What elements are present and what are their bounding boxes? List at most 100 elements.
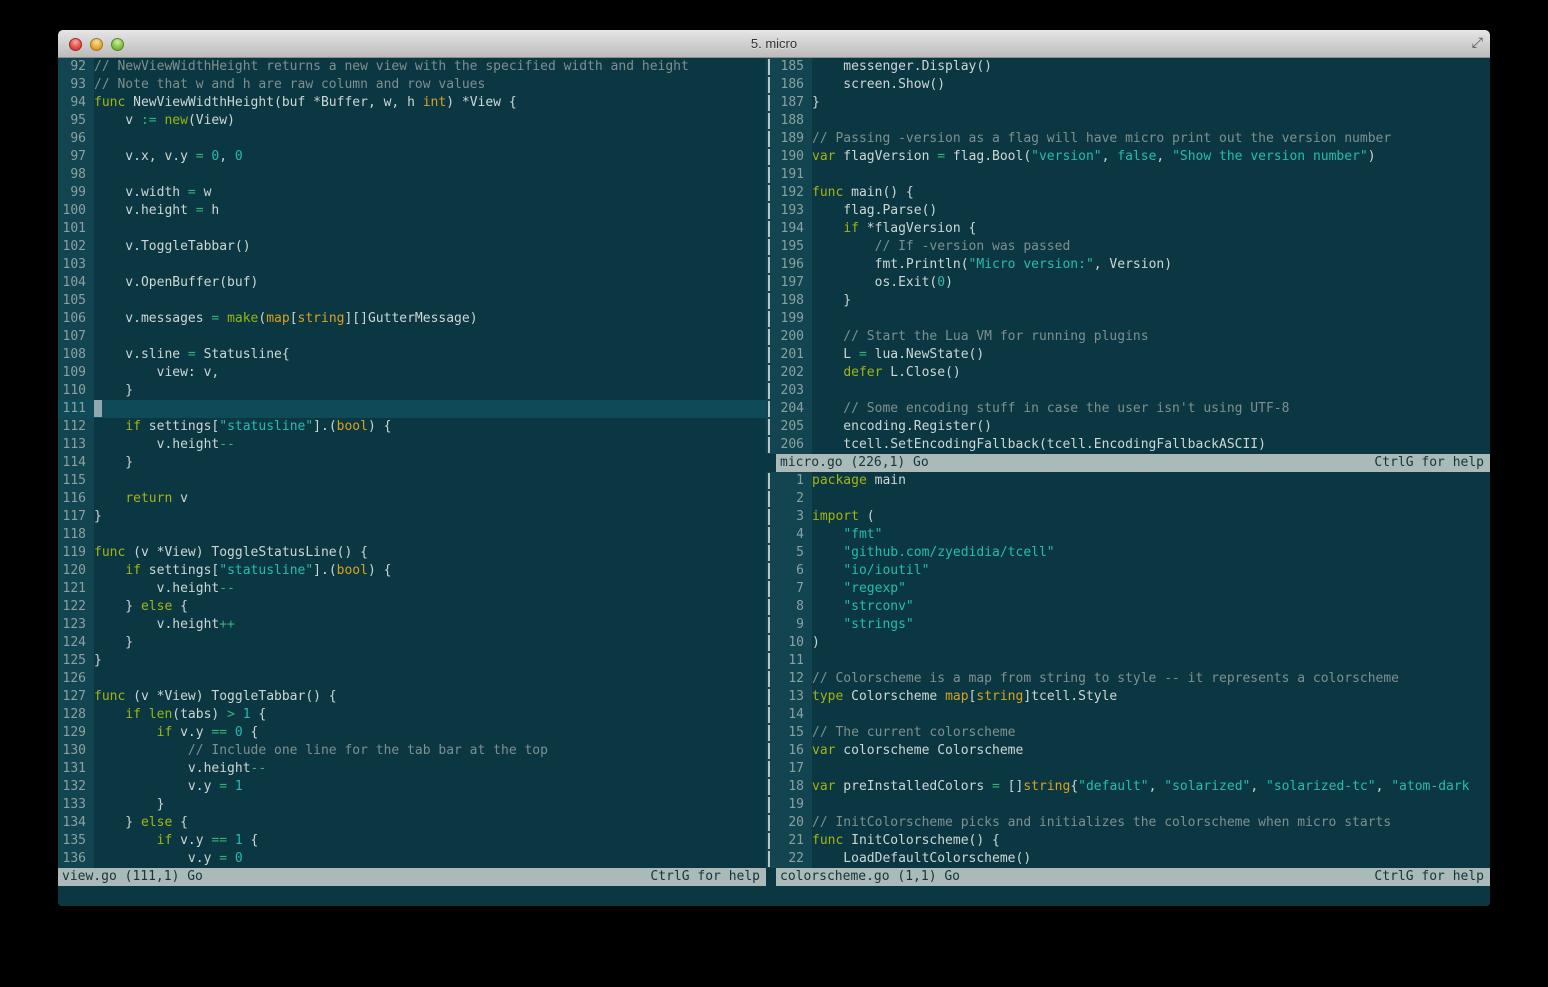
- code-line[interactable]: 96: [58, 130, 766, 148]
- code-line[interactable]: 5 "github.com/zyedidia/tcell": [766, 544, 1490, 562]
- code-line[interactable]: 112 if settings["statusline"].(bool) {: [58, 418, 766, 436]
- code-line[interactable]: 113 v.height--: [58, 436, 766, 454]
- code-line[interactable]: 195 // If -version was passed: [766, 238, 1490, 256]
- code-line[interactable]: 130 // Include one line for the tab bar …: [58, 742, 766, 760]
- code-line[interactable]: 121 v.height--: [58, 580, 766, 598]
- code-line[interactable]: 126: [58, 670, 766, 688]
- code-line[interactable]: 120 if settings["statusline"].(bool) {: [58, 562, 766, 580]
- code-line[interactable]: 22 LoadDefaultColorscheme(): [766, 850, 1490, 868]
- code-line[interactable]: 21 func InitColorscheme() {: [766, 832, 1490, 850]
- code-line[interactable]: 18 var preInstalledColors = []string{"def…: [766, 778, 1490, 796]
- minimize-button[interactable]: [90, 37, 103, 51]
- code-line[interactable]: 127 func (v *View) ToggleTabbar() {: [58, 688, 766, 706]
- code-line[interactable]: 129 if v.y == 0 {: [58, 724, 766, 742]
- code-line[interactable]: 101: [58, 220, 766, 238]
- code-line[interactable]: 118: [58, 526, 766, 544]
- code-line[interactable]: 104 v.OpenBuffer(buf): [58, 274, 766, 292]
- code-line[interactable]: 117}: [58, 508, 766, 526]
- code-line[interactable]: 105: [58, 292, 766, 310]
- code-line[interactable]: 98: [58, 166, 766, 184]
- code-line[interactable]: 106 v.messages = make(map[string][]Gutte…: [58, 310, 766, 328]
- pane-micro-go[interactable]: 185 messenger.Display() 186 screen.Show()…: [766, 58, 1490, 454]
- code-line[interactable]: 110 }: [58, 382, 766, 400]
- code-line[interactable]: 125}: [58, 652, 766, 670]
- code-line[interactable]: 109 view: v,: [58, 364, 766, 382]
- code-line[interactable]: 94 func NewViewWidthHeight(buf *Buffer, w…: [58, 94, 766, 112]
- code-line[interactable]: 202 defer L.Close(): [766, 364, 1490, 382]
- code-line[interactable]: 198 }: [766, 292, 1490, 310]
- code-line[interactable]: 8 "strconv": [766, 598, 1490, 616]
- code-line[interactable]: 188: [766, 112, 1490, 130]
- resize-icon[interactable]: ⤢: [1472, 35, 1483, 51]
- code-line[interactable]: 92// NewViewWidthHeight returns a new vi…: [58, 58, 766, 76]
- code-line[interactable]: 102 v.ToggleTabbar(): [58, 238, 766, 256]
- code-line[interactable]: 133 }: [58, 796, 766, 814]
- close-button[interactable]: [69, 37, 82, 51]
- code-line[interactable]: 128 if len(tabs) > 1 {: [58, 706, 766, 724]
- code-line[interactable]: 115: [58, 472, 766, 490]
- code-line[interactable]: 17: [766, 760, 1490, 778]
- code-line[interactable]: 2: [766, 490, 1490, 508]
- code-line[interactable]: 194 if *flagVersion {: [766, 220, 1490, 238]
- code-line[interactable]: 1 package main: [766, 472, 1490, 490]
- code-line[interactable]: 116 return v: [58, 490, 766, 508]
- code-line[interactable]: 6 "io/ioutil": [766, 562, 1490, 580]
- code-line[interactable]: 187}: [766, 94, 1490, 112]
- code-line[interactable]: 189// Passing -version as a flag will ha…: [766, 130, 1490, 148]
- code-line[interactable]: 99 v.width = w: [58, 184, 766, 202]
- code-line[interactable]: 203: [766, 382, 1490, 400]
- code-line[interactable]: 11: [766, 652, 1490, 670]
- code-line[interactable]: 136 v.y = 0: [58, 850, 766, 868]
- code-line[interactable]: 7 "regexp": [766, 580, 1490, 598]
- code-line[interactable]: 15// The current colorscheme: [766, 724, 1490, 742]
- code-line[interactable]: 107: [58, 328, 766, 346]
- code-line[interactable]: 20// InitColorscheme picks and initializ…: [766, 814, 1490, 832]
- code-line[interactable]: 10): [766, 634, 1490, 652]
- code-line[interactable]: 205 encoding.Register(): [766, 418, 1490, 436]
- code-line[interactable]: 108 v.sline = Statusline{: [58, 346, 766, 364]
- code-line[interactable]: 122 } else {: [58, 598, 766, 616]
- code-line[interactable]: 132 v.y = 1: [58, 778, 766, 796]
- code-line[interactable]: 111: [58, 400, 766, 418]
- code-line[interactable]: 193 flag.Parse(): [766, 202, 1490, 220]
- code-line[interactable]: 97 v.x, v.y = 0, 0: [58, 148, 766, 166]
- pane-colorscheme-go[interactable]: 1 package main 2 3 import (4 "fmt" 5 "github.…: [766, 472, 1490, 868]
- window-titlebar[interactable]: 5. micro ⤢: [58, 30, 1490, 58]
- code-line[interactable]: 103: [58, 256, 766, 274]
- code-line[interactable]: 119 func (v *View) ToggleStatusLine() {: [58, 544, 766, 562]
- code-line[interactable]: 19: [766, 796, 1490, 814]
- code-line[interactable]: 190 var flagVersion = flag.Bool("version"…: [766, 148, 1490, 166]
- code-line[interactable]: 186 screen.Show(): [766, 76, 1490, 94]
- code-line[interactable]: 192 func main() {: [766, 184, 1490, 202]
- pane-view-go[interactable]: 92// NewViewWidthHeight returns a new vi…: [58, 58, 766, 868]
- code-line[interactable]: 123 v.height++: [58, 616, 766, 634]
- code-line[interactable]: 95 v := new(View): [58, 112, 766, 130]
- code-line[interactable]: 14: [766, 706, 1490, 724]
- code-line[interactable]: 114 }: [58, 454, 766, 472]
- code-line[interactable]: 197 os.Exit(0): [766, 274, 1490, 292]
- zoom-button[interactable]: [111, 37, 124, 51]
- code-line[interactable]: 199: [766, 310, 1490, 328]
- code-line[interactable]: 135 if v.y == 1 {: [58, 832, 766, 850]
- code-line[interactable]: 134 } else {: [58, 814, 766, 832]
- code-token: {: [172, 815, 188, 830]
- code-line[interactable]: 196 fmt.Println("Micro version:", Versio…: [766, 256, 1490, 274]
- code-line[interactable]: 4 "fmt": [766, 526, 1490, 544]
- code-line[interactable]: 201 L = lua.NewState(): [766, 346, 1490, 364]
- code-line[interactable]: 100 v.height = h: [58, 202, 766, 220]
- code-line[interactable]: 131 v.height--: [58, 760, 766, 778]
- code-line[interactable]: 200 // Start the Lua VM for running plug…: [766, 328, 1490, 346]
- code-line[interactable]: 124 }: [58, 634, 766, 652]
- code-line[interactable]: 93// Note that w and h are raw column an…: [58, 76, 766, 94]
- code-line[interactable]: 12// Colorscheme is a map from string to…: [766, 670, 1490, 688]
- code-line[interactable]: 191: [766, 166, 1490, 184]
- code-line[interactable]: 16 var colorscheme Colorscheme: [766, 742, 1490, 760]
- code-line[interactable]: 3 import (: [766, 508, 1490, 526]
- code-line[interactable]: 185 messenger.Display(): [766, 58, 1490, 76]
- code-line[interactable]: 9 "strings": [766, 616, 1490, 634]
- command-bar[interactable]: [58, 886, 1490, 906]
- code-line[interactable]: 13 type Colorscheme map[string]tcell.Styl…: [766, 688, 1490, 706]
- code-line[interactable]: 204 // Some encoding stuff in case the u…: [766, 400, 1490, 418]
- code-line[interactable]: 206 tcell.SetEncodingFallback(tcell.Enco…: [766, 436, 1490, 454]
